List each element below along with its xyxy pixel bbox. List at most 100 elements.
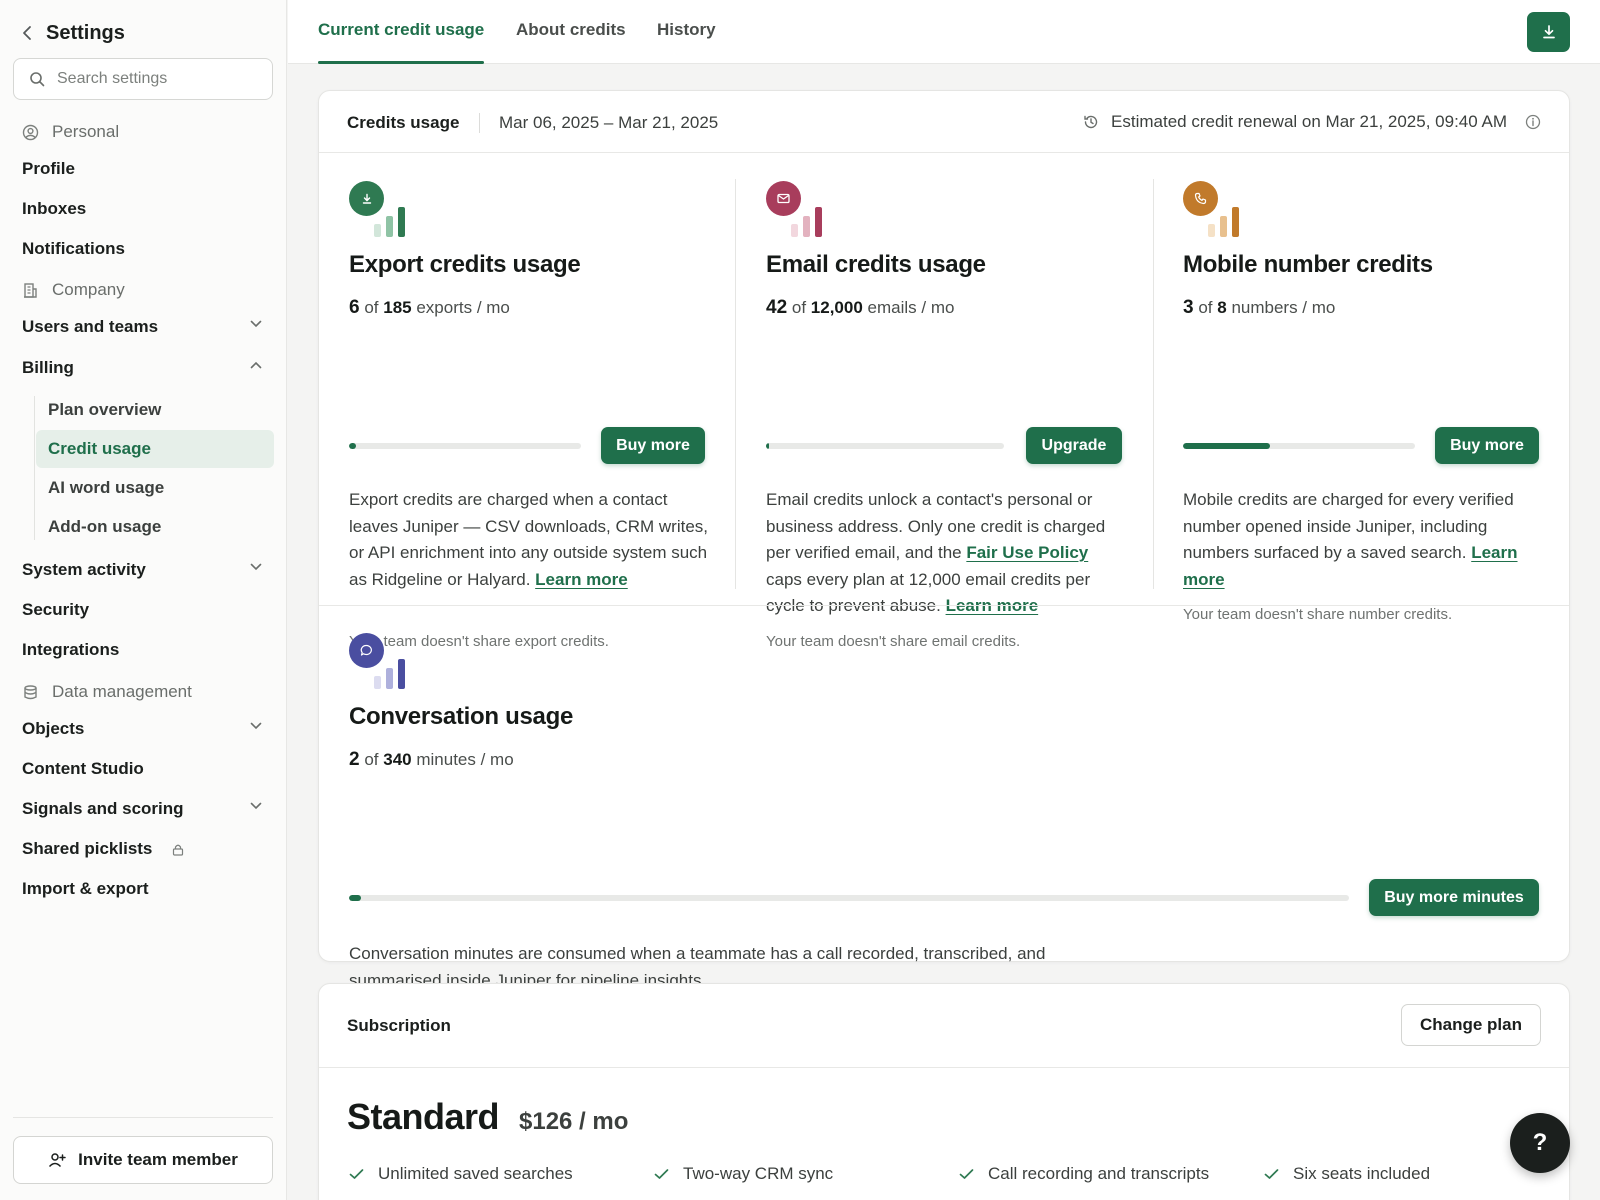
mobile-title: Mobile number credits [1183,251,1433,278]
metric-bar-1 [1208,224,1215,237]
sidebar-item-security[interactable]: Security [22,597,262,623]
email-total: 12,000 [810,298,863,317]
conversation-count: 2 of 340 minutes / mo [349,749,514,771]
subscription-title: Subscription [347,1016,451,1035]
conversation-total: 340 [383,750,412,769]
database-icon [22,684,39,701]
download-icon [1541,24,1557,40]
mobile-used: 3 [1183,297,1194,318]
chevron-down-icon [250,563,262,571]
sidebar-header: Settings [22,20,125,46]
sidebar-item-objects[interactable]: Objects [22,716,262,742]
sidebar-item-integrations[interactable]: Integrations [22,637,262,663]
fair-use-policy-link[interactable]: Fair Use Policy [966,543,1088,562]
chevron-up-icon [250,361,262,369]
sidebar-item-label: Inboxes [22,199,87,218]
email-unit: emails / mo [867,298,955,317]
export-learn-more-link[interactable]: Learn more [535,570,628,589]
sidebar-item-shared-picklists[interactable]: Shared picklists [22,836,262,862]
sidebar-sub-credit-usage[interactable]: Credit usage [36,430,274,468]
sidebar-sub-label: Plan overview [48,400,162,419]
buy-more-minutes-button[interactable]: Buy more minutes [1369,879,1539,916]
export-count: 6 of 185 exports / mo [349,297,510,319]
metric-bar-3 [1232,207,1239,237]
column-divider [1153,179,1154,589]
section-data-management-label: Data management [52,682,192,701]
sidebar-item-label: Integrations [22,640,120,659]
sidebar-item-label: Objects [22,719,85,738]
sidebar-sub-label: Add-on usage [48,517,162,536]
sidebar-item-content-studio[interactable]: Content Studio [22,756,262,782]
chevron-down-icon [250,722,262,730]
metric-bar-2 [1220,216,1227,237]
metric-bar-2 [803,216,810,237]
sidebar-item-profile[interactable]: Profile [22,156,262,182]
settings-search[interactable] [13,58,273,100]
user-circle-icon [22,124,39,141]
mobile-total: 8 [1217,298,1227,317]
email-progress-track [766,443,1004,449]
history-icon [1083,114,1099,130]
download-button[interactable] [1527,12,1570,52]
sidebar-item-inboxes[interactable]: Inboxes [22,196,262,222]
check-icon [349,1168,364,1180]
mobile-buy-more-button[interactable]: Buy more [1435,427,1539,464]
of-word: of [1198,298,1213,317]
metric-bar-3 [815,207,822,237]
export-description: Export credits are charged when a contac… [349,487,709,593]
email-upgrade-button[interactable]: Upgrade [1026,427,1122,464]
info-icon[interactable] [1525,114,1541,130]
conversation-metric-icon [349,633,411,689]
plan-price: $126 / mo [519,1108,629,1135]
metric-bar-1 [374,224,381,237]
sidebar-sub-plan-overview[interactable]: Plan overview [36,391,274,429]
email-metric-icon [766,181,828,237]
sidebar-sub-add-on-usage[interactable]: Add-on usage [36,508,274,546]
mobile-metric-icon [1183,181,1245,237]
user-plus-icon [48,1152,66,1168]
conversation-used: 2 [349,749,360,770]
sidebar-item-users-and-teams[interactable]: Users and teams [22,314,262,340]
sidebar-item-billing[interactable]: Billing [22,355,262,381]
back-chevron-icon[interactable] [22,25,32,41]
header-separator [479,113,480,133]
conversation-title: Conversation usage [349,703,573,730]
plan-feature-label: Unlimited saved searches [378,1164,573,1183]
search-input[interactable] [57,70,257,88]
sidebar-item-import-export[interactable]: Import & export [22,876,262,902]
change-plan-button[interactable]: Change plan [1401,1004,1541,1046]
export-progress-fill [349,443,357,449]
export-total: 185 [383,298,412,317]
help-button[interactable]: ? [1510,1113,1570,1173]
metric-bar-3 [398,659,405,689]
conversation-progress-fill [349,895,361,901]
sidebar-item-label: Notifications [22,239,125,258]
sidebar-item-signals-and-scoring[interactable]: Signals and scoring [22,796,262,822]
export-metric-icon [349,181,411,237]
section-company: Company [22,278,125,302]
column-divider [735,179,736,589]
export-desc-text: Export credits are charged when a contac… [349,490,709,589]
metric-bar-1 [374,676,381,689]
plan-feature: Unlimited saved searches [349,1164,573,1184]
invite-team-member-button[interactable]: Invite team member [13,1136,273,1184]
email-count: 42 of 12,000 emails / mo [766,297,954,319]
credits-usage-card: Credits usage Mar 06, 2025 – Mar 21, 202… [318,90,1570,1046]
check-icon [654,1168,669,1180]
sidebar-item-system-activity[interactable]: System activity [22,557,262,583]
tab-history[interactable]: History [657,20,716,64]
sidebar-item-label: Import & export [22,879,149,898]
sidebar-sub-ai-word-usage[interactable]: AI word usage [36,469,274,507]
export-buy-more-button[interactable]: Buy more [601,427,705,464]
sidebar-item-label: Users and teams [22,317,159,336]
conversation-unit: minutes / mo [416,750,514,769]
mobile-count: 3 of 8 numbers / mo [1183,297,1335,319]
of-word: of [364,298,379,317]
email-title: Email credits usage [766,251,986,278]
mobile-progress-track [1183,443,1415,449]
sidebar-item-notifications[interactable]: Notifications [22,236,262,262]
download-icon [349,181,384,216]
tab-about-credits[interactable]: About credits [516,20,626,64]
plan-feature: Two-way CRM sync [654,1164,833,1184]
tab-current-credit-usage[interactable]: Current credit usage [318,20,485,64]
